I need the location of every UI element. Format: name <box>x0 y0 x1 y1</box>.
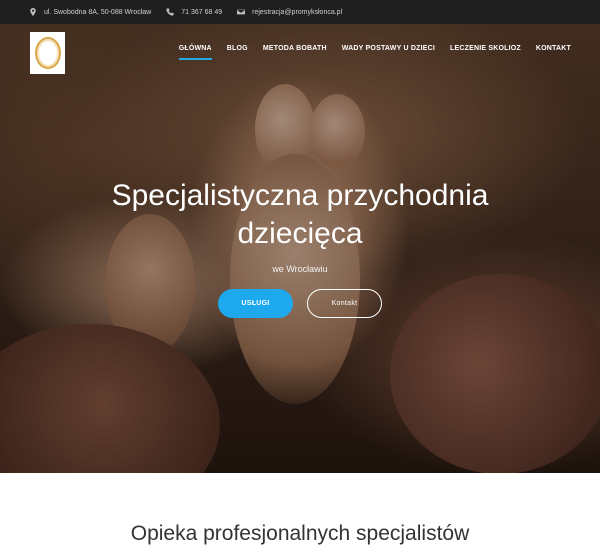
envelope-icon <box>236 7 246 17</box>
contact-button[interactable]: Kontakt <box>307 289 382 318</box>
phone-icon <box>165 7 175 17</box>
hero-title: Specjalistyczna przychodnia dziecięca <box>0 177 600 253</box>
nav-item-metoda-bobath[interactable]: METODA BOBATH <box>263 45 327 58</box>
services-button[interactable]: USŁUGI <box>218 289 293 318</box>
location-pin-icon <box>28 7 38 17</box>
top-info-bar: ul. Swobodna 8A, 50-088 Wrocław 71 367 6… <box>0 0 600 24</box>
hero-title-line-1: Specjalistyczna przychodnia <box>111 179 489 212</box>
nav-item-wady-postawy[interactable]: WADY POSTAWY U DZIECI <box>342 45 435 58</box>
nav-item-kontakt[interactable]: KONTAKT <box>536 45 571 58</box>
clinic-logo[interactable] <box>30 32 65 74</box>
address-text: ul. Swobodna 8A, 50-088 Wrocław <box>44 8 152 16</box>
logo-emblem <box>34 37 61 69</box>
phone-text[interactable]: 71 367 68 49 <box>181 9 222 16</box>
email-text[interactable]: rejestracja@promyksłonca.pl <box>252 9 342 16</box>
nav-item-glowna[interactable]: GŁÓWNA <box>178 45 212 60</box>
email-info[interactable]: rejestracja@promyksłonca.pl <box>236 7 342 17</box>
address-info: ul. Swobodna 8A, 50-088 Wrocław <box>28 7 151 17</box>
main-navigation: GŁÓWNA BLOG METODA BOBATH WADY POSTAWY U… <box>164 45 571 60</box>
hero-title-line-2: dziecięca <box>237 217 363 250</box>
section-heading: Opieka profesjonalnych specjalistów <box>130 522 470 545</box>
nav-item-blog[interactable]: BLOG <box>227 45 248 58</box>
phone-info[interactable]: 71 367 68 49 <box>165 7 222 17</box>
nav-item-leczenie-skolioz[interactable]: LECZENIE SKOLIOZ <box>450 45 521 58</box>
hero-subtitle: we Wrocławiu <box>272 264 328 274</box>
